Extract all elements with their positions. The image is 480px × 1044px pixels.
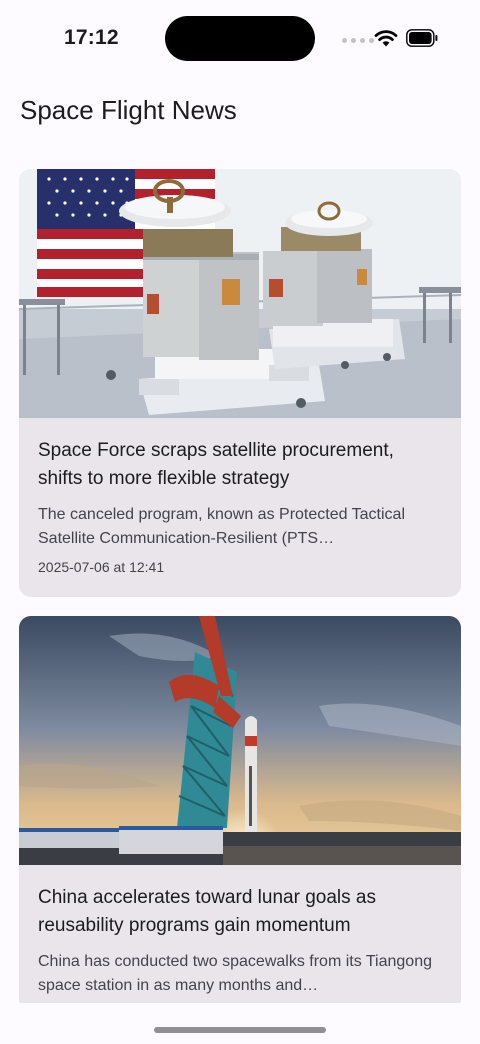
satellite-cleanroom-photo: [19, 169, 461, 418]
article-summary: The canceled program, known as Protected…: [38, 506, 406, 547]
article-card[interactable]: Space Force scraps satellite procurement…: [19, 169, 461, 597]
status-time: 17:12: [64, 26, 119, 49]
dynamic-island: [165, 16, 315, 61]
rocket-launch-tower-photo: [19, 616, 461, 865]
page-title: Space Flight News: [20, 95, 237, 125]
cellular-signal-icon: [342, 38, 374, 43]
article-title: Space Force scraps satellite procurement…: [38, 440, 394, 489]
home-indicator[interactable]: [154, 1027, 326, 1033]
article-summary: China has conducted two spacewalks from …: [38, 953, 432, 994]
article-title: China accelerates toward lunar goals as …: [38, 887, 376, 936]
article-feed[interactable]: Space Force scraps satellite procurement…: [19, 169, 461, 1003]
article-date: 2025-07-06 at 12:41: [38, 559, 165, 575]
wifi-icon: [374, 30, 398, 47]
battery-icon: [406, 29, 438, 47]
article-card[interactable]: China accelerates toward lunar goals as …: [19, 616, 461, 1003]
status-bar: 17:12: [0, 0, 480, 80]
